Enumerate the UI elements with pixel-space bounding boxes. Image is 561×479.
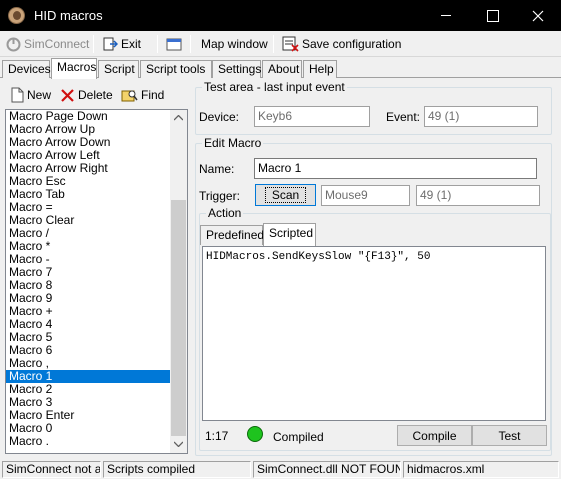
tab-devices[interactable]: Devices xyxy=(2,60,51,78)
compile-status-text: Compiled xyxy=(273,430,324,444)
status-scripts: Scripts compiled xyxy=(103,461,251,478)
compiled-status-icon xyxy=(247,426,263,442)
macro-list[interactable]: Macro Page Down Macro Arrow Up Macro Arrow… xyxy=(5,109,188,454)
new-macro-button[interactable]: New xyxy=(11,86,51,104)
map-window-button[interactable]: Map window xyxy=(201,34,268,54)
minimize-button[interactable] xyxy=(423,0,469,31)
trigger-label: Trigger: xyxy=(199,189,240,203)
tab-about[interactable]: About xyxy=(262,60,302,78)
test-area-title: Test area - last input event xyxy=(202,80,347,94)
simconnect-icon xyxy=(6,37,21,51)
test-button[interactable]: Test xyxy=(472,425,547,446)
chevron-down-icon xyxy=(174,441,183,447)
delete-label: Delete xyxy=(78,88,113,102)
tab-script-tools[interactable]: Script tools xyxy=(140,60,212,78)
macro-list-scrollbar[interactable] xyxy=(170,110,187,453)
edit-macro-title: Edit Macro xyxy=(202,136,264,150)
find-macro-button[interactable]: Find xyxy=(121,86,164,104)
scroll-up-button[interactable] xyxy=(170,110,187,127)
delete-macro-button[interactable]: Delete xyxy=(60,86,113,104)
save-configuration-button[interactable]: Save configuration xyxy=(282,34,401,54)
main-toolbar: SimConnect Exit Map window Save configur… xyxy=(0,31,561,57)
macro-list-items: Macro Page Down Macro Arrow Up Macro Arrow… xyxy=(6,110,172,448)
action-title: Action xyxy=(206,206,244,220)
status-simconnect: SimConnect not av xyxy=(2,461,101,478)
exit-label: Exit xyxy=(121,37,142,51)
scan-button[interactable]: Scan xyxy=(255,184,316,206)
scroll-down-button[interactable] xyxy=(170,436,187,453)
toolbar-separator xyxy=(93,35,94,53)
name-label: Name: xyxy=(199,162,235,176)
toolbar-separator xyxy=(190,35,191,53)
compile-button[interactable]: Compile xyxy=(397,425,472,446)
status-bar: SimConnect not av Scripts compiled SimCo… xyxy=(0,460,561,479)
simconnect-label: SimConnect xyxy=(24,37,90,51)
title-bar: HID macros xyxy=(0,0,561,31)
close-icon xyxy=(532,10,544,22)
chevron-up-icon xyxy=(174,115,183,121)
scroll-thumb[interactable] xyxy=(171,200,186,436)
scan-label: Scan xyxy=(264,187,307,203)
device-field[interactable]: Keyb6 xyxy=(254,106,370,127)
delete-icon xyxy=(61,88,74,102)
status-dll: SimConnect.dll NOT FOUND xyxy=(253,461,401,478)
trigger-device-field[interactable]: Mouse9 xyxy=(321,185,410,206)
maximize-button[interactable] xyxy=(469,0,515,31)
list-item[interactable]: Macro . xyxy=(6,435,172,448)
event-label: Event: xyxy=(386,110,421,124)
map-window-icon-button[interactable] xyxy=(165,34,185,54)
cursor-position: 1:17 xyxy=(205,429,229,443)
new-label: New xyxy=(27,88,52,102)
app-icon xyxy=(8,7,25,24)
script-editor[interactable]: HIDMacros.SendKeysSlow "{F13}", 50 xyxy=(202,246,546,421)
toolbar-separator xyxy=(273,35,274,53)
main-tabs: Devices Macros Script Script tools Settings A… xyxy=(0,58,561,79)
event-field[interactable]: 49 (1) xyxy=(424,106,538,127)
save-icon xyxy=(282,36,299,52)
macro-name-field[interactable]: Macro 1 xyxy=(254,158,537,179)
simconnect-button[interactable]: SimConnect xyxy=(6,34,89,54)
tab-settings[interactable]: Settings xyxy=(212,60,261,78)
action-bottom-bar: 1:17 Compiled Compile Test xyxy=(201,423,547,447)
map-window-label: Map window xyxy=(201,37,268,51)
find-label: Find xyxy=(141,88,165,102)
status-config-file: hidmacros.xml xyxy=(403,461,559,478)
window-title: HID macros xyxy=(34,8,103,23)
map-window-icon xyxy=(166,38,182,51)
tab-script[interactable]: Script xyxy=(98,60,139,78)
exit-icon xyxy=(103,37,118,51)
macros-toolbar: New Delete Find xyxy=(5,84,190,106)
tab-help[interactable]: Help xyxy=(303,60,337,78)
exit-button[interactable]: Exit xyxy=(102,34,141,54)
new-document-icon xyxy=(11,87,24,103)
close-button[interactable] xyxy=(515,0,561,31)
toolbar-separator xyxy=(157,35,158,53)
save-configuration-label: Save configuration xyxy=(302,37,402,51)
find-icon xyxy=(121,90,138,101)
action-tab-predefined[interactable]: Predefined xyxy=(200,225,264,245)
device-label: Device: xyxy=(199,110,240,124)
tab-macros[interactable]: Macros xyxy=(51,58,97,79)
trigger-event-field[interactable]: 49 (1) xyxy=(416,185,540,206)
action-tab-scripted[interactable]: Scripted xyxy=(263,223,316,246)
